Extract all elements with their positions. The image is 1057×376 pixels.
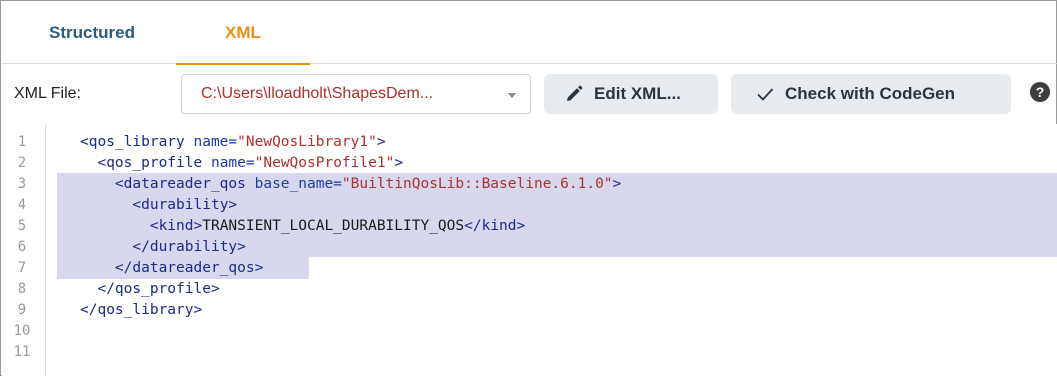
xml-toolbar: XML File: C:\Users\lloadholt\ShapesDem..… (2, 65, 1057, 123)
xml-attr: name= (202, 155, 255, 171)
check-icon (757, 88, 774, 101)
xml-tag: <qos_library (80, 134, 185, 150)
code-line: </durability> (80, 238, 246, 257)
xml-tag: <qos_profile (97, 155, 203, 171)
tab-bar: Structured XML (2, 2, 1057, 65)
xml-tag: <durability> (132, 197, 238, 213)
xml-file-select[interactable]: C:\Users\lloadholt\ShapesDem... (181, 74, 531, 114)
check-codegen-label: Check with CodeGen (785, 84, 956, 103)
code-line: </qos_library> (80, 301, 202, 320)
code-line: <qos_library name="NewQosLibrary1"> (80, 133, 386, 152)
tab-structured[interactable]: Structured (8, 2, 176, 64)
line-number: 3 (17, 176, 27, 192)
xml-attr: base_name= (245, 176, 342, 192)
xml-val: "NewQosLibrary1" (237, 134, 377, 150)
line-number: 11 (13, 344, 31, 360)
xml-txt: TRANSIENT_LOCAL_DURABILITY_QOS (202, 218, 465, 234)
line-number: 9 (17, 302, 27, 318)
xml-file-value: C:\Users\lloadholt\ShapesDem... (201, 85, 434, 102)
code-line: <durability> (80, 196, 237, 215)
xml-val: "NewQosProfile1" (254, 155, 395, 171)
xml-val: "BuiltinQosLib::Baseline.6.1.0" (341, 176, 613, 192)
chevron-down-icon[interactable] (508, 93, 516, 98)
line-number: 5 (17, 218, 27, 234)
line-number: 6 (17, 239, 27, 255)
xml-tag: </durability> (132, 239, 246, 255)
xml-file-label: XML File: (14, 85, 81, 102)
xml-attr: name= (184, 134, 238, 150)
xml-tag: <datareader_qos (114, 176, 246, 192)
help-icon[interactable]: ? (1030, 82, 1050, 102)
code-line: <kind>TRANSIENT_LOCAL_DURABILITY_QOS</ki… (80, 217, 525, 236)
line-number: 10 (13, 323, 31, 339)
xml-tag: <kind> (149, 218, 203, 234)
line-number-gutter: 1 2 3 4 5 6 7 8 9 10 11 (2, 124, 46, 376)
pencil-icon (567, 85, 583, 101)
code-line: </datareader_qos> (80, 259, 263, 278)
line-number: 2 (17, 155, 27, 171)
xml-tag: > (612, 176, 622, 192)
edit-xml-label: Edit XML... (594, 84, 681, 103)
xml-tag: > (394, 155, 404, 171)
xml-editor-panel: Structured XML XML File: C:\Users\lloadh… (0, 0, 1057, 376)
xml-tag: </datareader_qos> (114, 260, 264, 276)
edit-xml-button[interactable]: Edit XML... (544, 74, 718, 114)
code-editor[interactable]: 1 2 3 4 5 6 7 8 9 10 11 <qos_library name="NewQosL… (2, 124, 1057, 376)
line-number: 4 (17, 197, 27, 213)
xml-tag: </qos_library> (80, 302, 203, 318)
xml-tag: </kind> (464, 218, 526, 234)
line-number: 7 (17, 260, 27, 276)
check-codegen-button[interactable]: Check with CodeGen (731, 74, 1011, 114)
xml-tag: > (376, 134, 386, 150)
line-number: 8 (17, 281, 27, 297)
code-line: </qos_profile> (80, 280, 220, 299)
code-line: <qos_profile name="NewQosProfile1"> (80, 154, 403, 173)
tab-xml[interactable]: XML (176, 2, 310, 65)
line-number: 1 (17, 134, 27, 150)
xml-tag: </qos_profile> (97, 281, 220, 297)
code-line: <datareader_qos base_name="BuiltinQosLib… (80, 175, 621, 194)
